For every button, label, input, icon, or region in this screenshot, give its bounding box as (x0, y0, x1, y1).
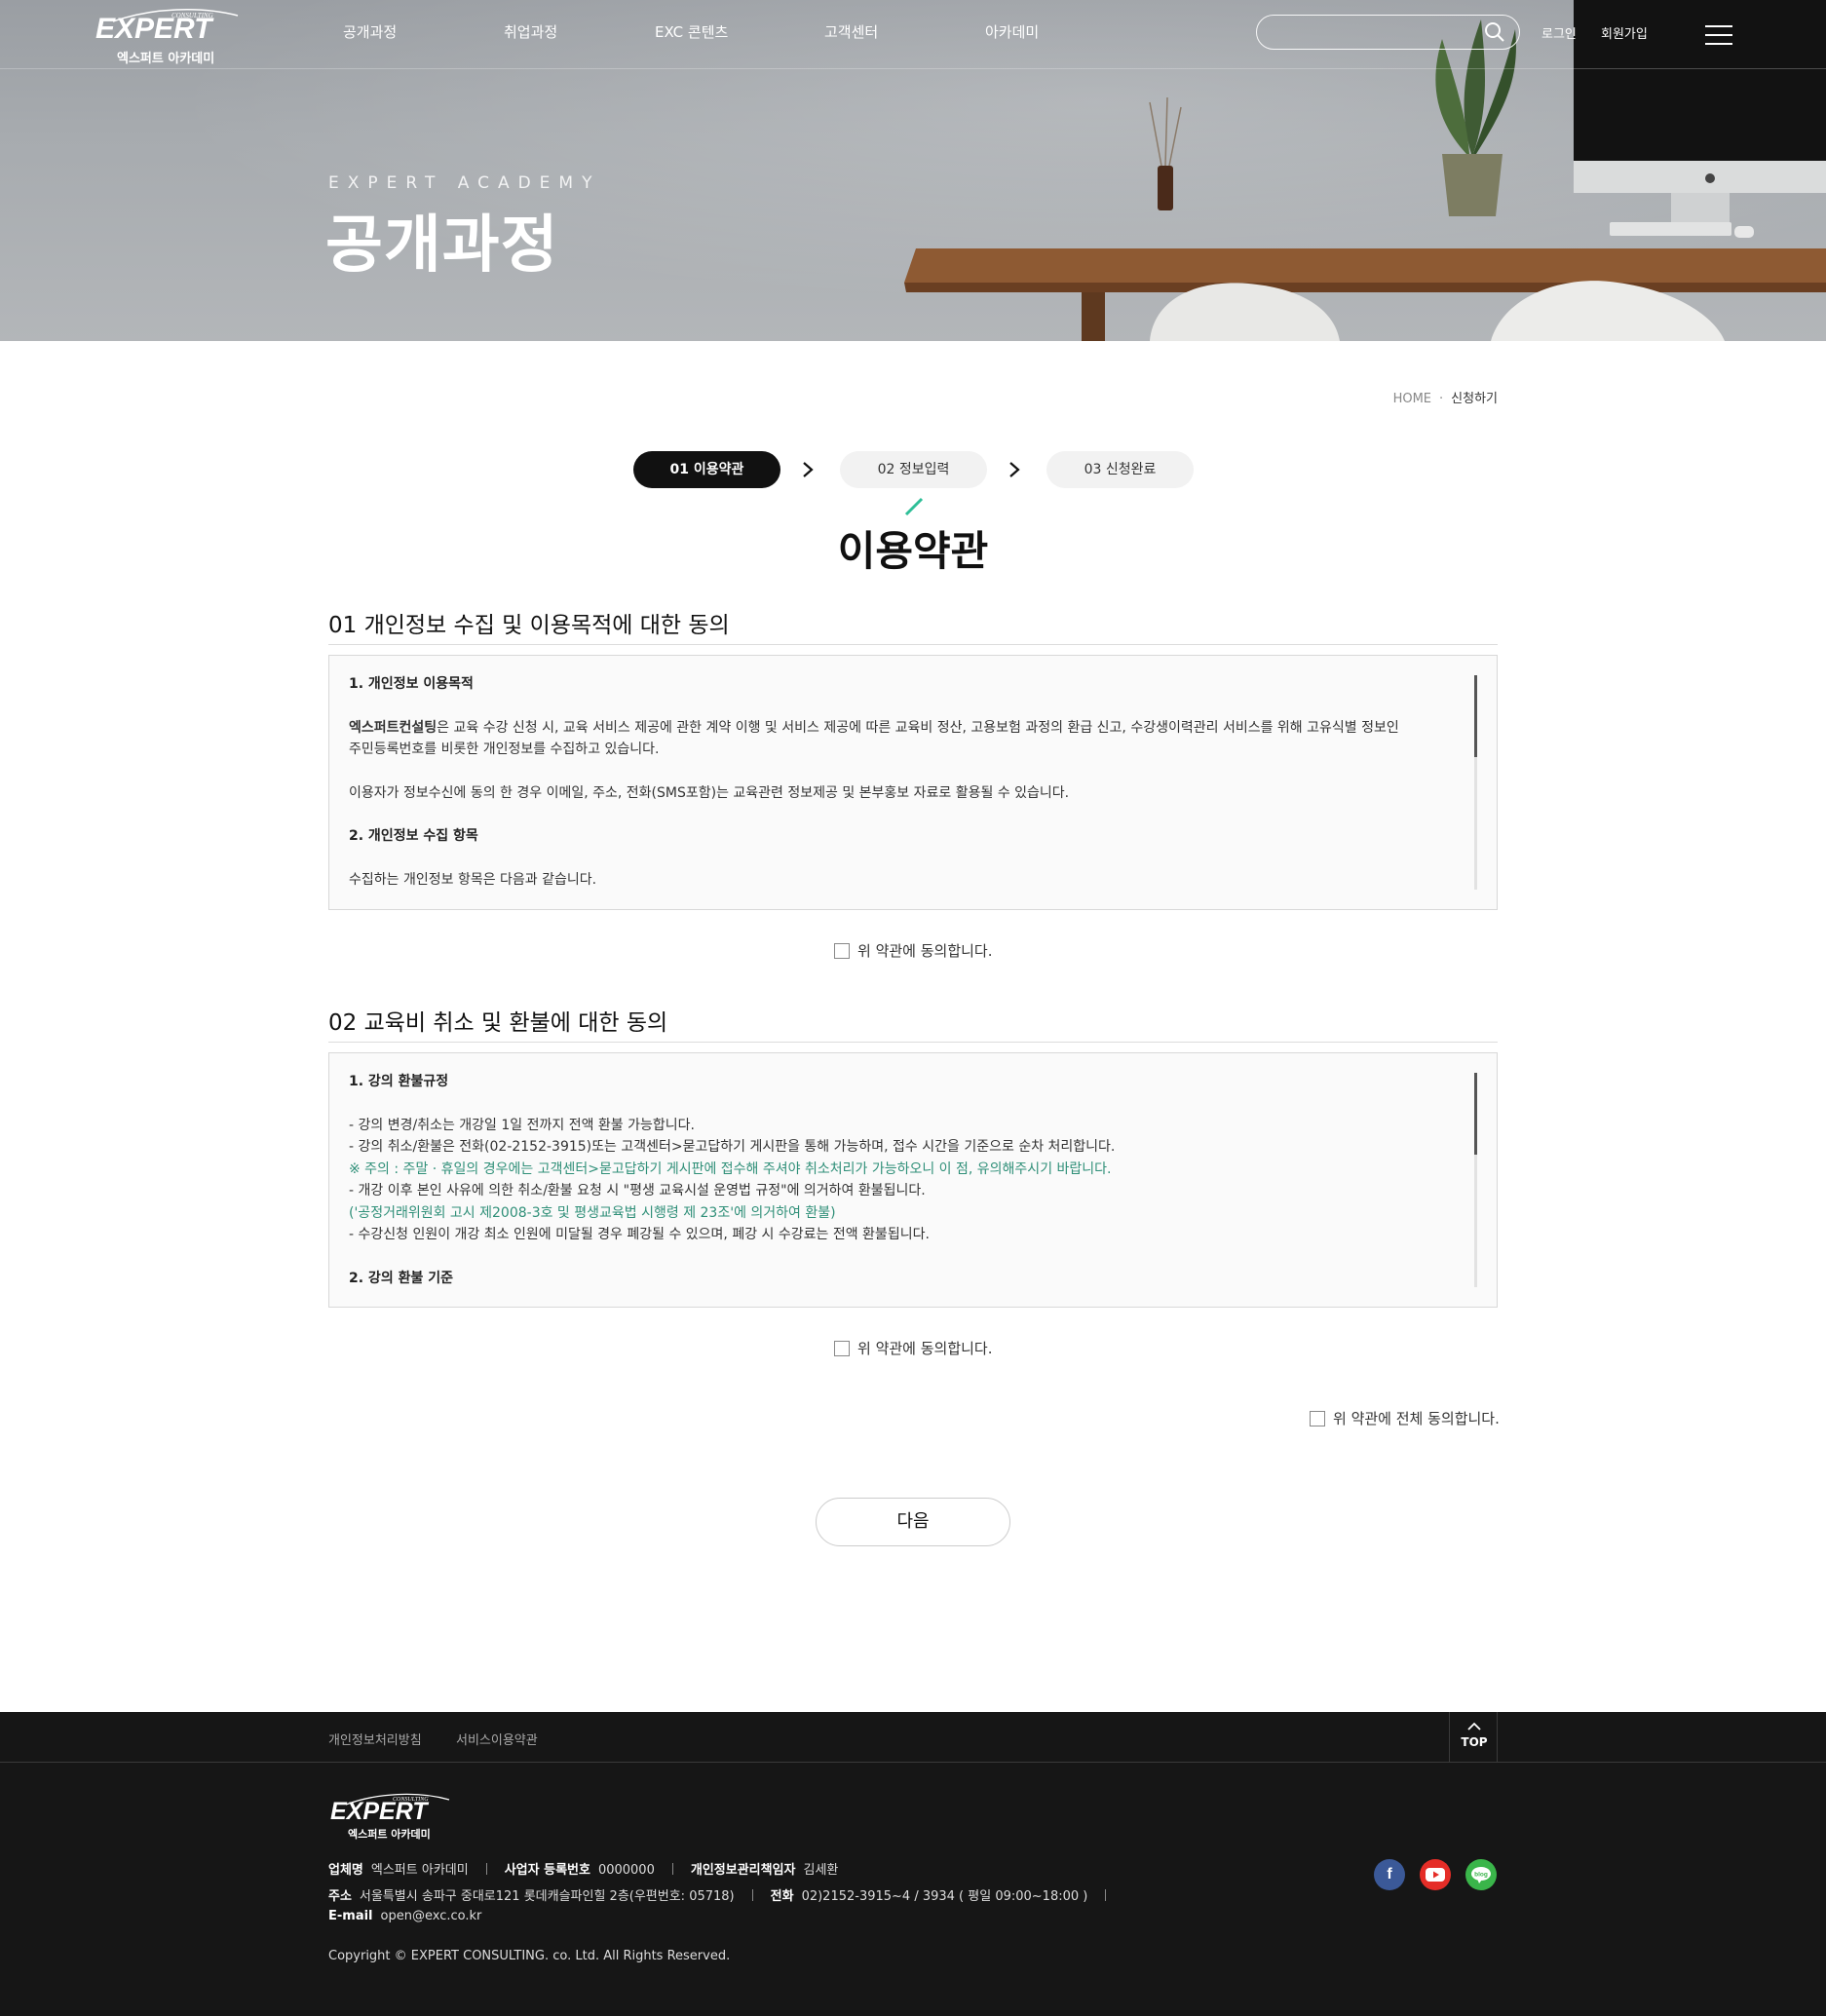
terms-heading: 2. 강의 환불 기준 (349, 1270, 453, 1286)
section-title-refund: 02 교육비 취소 및 환불에 대한 동의 (328, 1010, 668, 1036)
step-info-input: 02 정보입력 (840, 451, 987, 488)
terms-box-privacy[interactable]: 1. 개인정보 이용목적 엑스퍼트컨설팅은 교육 수강 신청 시, 교육 서비스… (328, 655, 1498, 910)
scrollbar-thumb[interactable] (1474, 1073, 1477, 1155)
terms-note: ※ 주의 : 주말 · 휴일의 경우에는 고객센터>묻고답하기 게시판에 접수해… (349, 1160, 1112, 1177)
agree-all-label: 위 약관에 전체 동의합니다. (1333, 1410, 1500, 1427)
terms-content: 1. 개인정보 이용목적 엑스퍼트컨설팅은 교육 수강 신청 시, 교육 서비스… (349, 673, 1460, 891)
nav-item-academy[interactable]: 아카데미 (985, 21, 1039, 42)
terms-brand-name: 엑스퍼트컨설팅 (349, 719, 437, 736)
header-divider (0, 68, 1826, 69)
next-button[interactable]: 다음 (816, 1498, 1010, 1546)
terms-note: ('공정거래위원회 고시 제2008-3호 및 평생교육법 시행령 제 23조'… (349, 1204, 836, 1221)
hero-subtitle: EXPERT ACADEMY (328, 173, 601, 193)
checkbox-icon[interactable] (1310, 1411, 1325, 1426)
agree-label: 위 약관에 동의합니다. (857, 1340, 993, 1357)
section-divider (328, 644, 1498, 645)
terms-content: 1. 강의 환불규정 - 강의 변경/취소는 개강일 1일 전까지 전액 환불 … (349, 1071, 1460, 1289)
chevron-up-icon (1467, 1722, 1481, 1731)
page-title: 이용약관 (837, 527, 989, 575)
section-divider (328, 1042, 1498, 1043)
tel-value: 02)2152-3915~4 / 3934 ( 평일 09:00~18:00 ) (801, 1889, 1088, 1904)
title-accent-mark (904, 497, 924, 516)
footer-logo-mark: EXPERT CONSULTING (330, 1793, 450, 1825)
logo[interactable]: EXPERT CONSULTING 엑스퍼트 아카데미 (94, 8, 240, 66)
terms-text: 은 교육 수강 신청 시, 교육 서비스 제공에 관한 계약 이행 및 서비스 … (437, 719, 1399, 736)
bizno-label: 사업자 등록번호 (504, 1863, 590, 1878)
scroll-top-button[interactable]: TOP (1449, 1712, 1498, 1763)
company-label: 업체명 (328, 1863, 363, 1878)
search-icon[interactable] (1484, 21, 1505, 43)
svg-text:CONSULTING: CONSULTING (171, 12, 213, 19)
terms-text: - 강의 변경/취소는 개강일 1일 전까지 전액 환불 가능합니다. (349, 1117, 695, 1133)
hamburger-menu-icon[interactable] (1705, 25, 1732, 45)
privacy-policy-link[interactable]: 개인정보처리방침 (328, 1730, 422, 1748)
scrollbar-thumb[interactable] (1474, 675, 1477, 757)
address-label: 주소 (328, 1889, 352, 1904)
company-name: 엑스퍼트 아카데미 (370, 1863, 469, 1878)
agree-label: 위 약관에 동의합니다. (857, 942, 993, 960)
checkbox-icon[interactable] (834, 1341, 850, 1356)
hero-banner: EXPERT CONSULTING 엑스퍼트 아카데미 공개과정 취업과정 EX… (0, 0, 1826, 341)
bizno-value: 0000000 (597, 1863, 655, 1878)
privacy-manager-name: 김세환 (803, 1863, 839, 1878)
top-label: TOP (1461, 1735, 1488, 1749)
terms-text: - 수강신청 인원이 개강 최소 인원에 미달될 경우 폐강될 수 있으며, 폐… (349, 1227, 930, 1242)
chevron-right-icon (803, 462, 814, 477)
breadcrumb-current: 신청하기 (1451, 392, 1498, 406)
footer-address-info: 주소 서울특별시 송파구 중대로121 롯데캐슬파인힐 2층(우편번호: 0571… (328, 1885, 1123, 1904)
privacy-manager-label: 개인정보관리책임자 (690, 1863, 796, 1878)
terms-text: - 개강 이후 본인 사유에 의한 취소/환불 요청 시 "평생 교육시설 운영… (349, 1183, 926, 1198)
logo-mark: EXPERT CONSULTING (95, 9, 239, 43)
terms-paragraph: 엑스퍼트컨설팅은 교육 수강 신청 시, 교육 서비스 제공에 관한 계약 이행… (349, 717, 1460, 740)
checkbox-icon[interactable] (834, 943, 850, 959)
tel-label: 전화 (770, 1889, 794, 1904)
svg-text:blog: blog (1474, 1872, 1488, 1879)
email-value: open@exc.co.kr (380, 1909, 482, 1923)
terms-text: 이용자가 정보수신에 동의 한 경우 이메일, 주소, 전화(SMS포함)는 교… (349, 784, 1070, 801)
nav-item-job-course[interactable]: 취업과정 (504, 21, 557, 42)
footer-logo-subtitle: 엑스퍼트 아카데미 (348, 1828, 431, 1841)
terms-heading: 1. 강의 환불규정 (349, 1074, 449, 1089)
login-link[interactable]: 로그인 (1541, 23, 1577, 42)
step-terms: 01 이용약관 (633, 451, 780, 488)
nav-item-exc-contents[interactable]: EXC 콘텐츠 (655, 21, 728, 42)
svg-text:CONSULTING: CONSULTING (393, 1797, 429, 1803)
agree-refund-checkbox[interactable]: 위 약관에 동의합니다. (834, 1338, 993, 1358)
terms-heading: 2. 개인정보 수집 항목 (349, 828, 478, 844)
breadcrumb: HOME · 신청하기 (1393, 388, 1498, 406)
nav-item-open-course[interactable]: 공개과정 (343, 21, 397, 42)
agree-all-checkbox[interactable]: 위 약관에 전체 동의합니다. (1310, 1408, 1500, 1428)
search-input[interactable] (1256, 15, 1520, 50)
footer-email-info: E-mail open@exc.co.kr (328, 1909, 481, 1923)
youtube-icon[interactable] (1420, 1859, 1451, 1890)
section-title-privacy: 01 개인정보 수집 및 이용목적에 대한 동의 (328, 613, 730, 638)
signup-link[interactable]: 회원가입 (1601, 23, 1648, 42)
breadcrumb-home[interactable]: HOME (1393, 392, 1431, 406)
copyright: Copyright © EXPERT CONSULTING. co. Ltd. … (328, 1949, 731, 1963)
logo-subtitle: 엑스퍼트 아카데미 (117, 52, 215, 66)
address-value: 서울특별시 송파구 중대로121 롯데캐슬파인힐 2층(우편번호: 05718) (359, 1889, 735, 1904)
footer: 개인정보처리방침 서비스이용약관 TOP EXPERT CONSULTING 엑… (0, 1712, 1826, 2016)
terms-text: - 강의 취소/환불은 전화(02-2152-3915)또는 고객센터>묻고답하… (349, 1139, 1116, 1155)
chevron-right-icon (1009, 462, 1020, 477)
email-label: E-mail (328, 1909, 373, 1923)
footer-logo: EXPERT CONSULTING 엑스퍼트 아카데미 (328, 1793, 451, 1842)
hero-title: 공개과정 (325, 209, 559, 282)
step-complete: 03 신청완료 (1046, 451, 1194, 488)
terms-heading: 1. 개인정보 이용목적 (349, 676, 474, 692)
agree-privacy-checkbox[interactable]: 위 약관에 동의합니다. (834, 940, 993, 961)
footer-link-bar: 개인정보처리방침 서비스이용약관 TOP (0, 1712, 1826, 1763)
blog-icon[interactable]: blog (1465, 1859, 1497, 1890)
facebook-icon[interactable]: f (1374, 1859, 1405, 1890)
terms-box-refund[interactable]: 1. 강의 환불규정 - 강의 변경/취소는 개강일 1일 전까지 전액 환불 … (328, 1052, 1498, 1308)
nav-item-customer-center[interactable]: 고객센터 (824, 21, 878, 42)
breadcrumb-separator: · (1439, 392, 1444, 406)
footer-company-info: 업체명 엑스퍼트 아카데미 사업자 등록번호 0000000 개인정보관리책임자 김세환 (328, 1859, 838, 1878)
terms-text: 주민등록번호를 비롯한 개인정보를 수집하고 있습니다. (349, 742, 660, 757)
terms-text: 수집하는 개인정보 항목은 다음과 같습니다. (349, 871, 597, 888)
hero-photo-illustration (904, 0, 1826, 341)
terms-of-service-link[interactable]: 서비스이용약관 (456, 1730, 538, 1748)
